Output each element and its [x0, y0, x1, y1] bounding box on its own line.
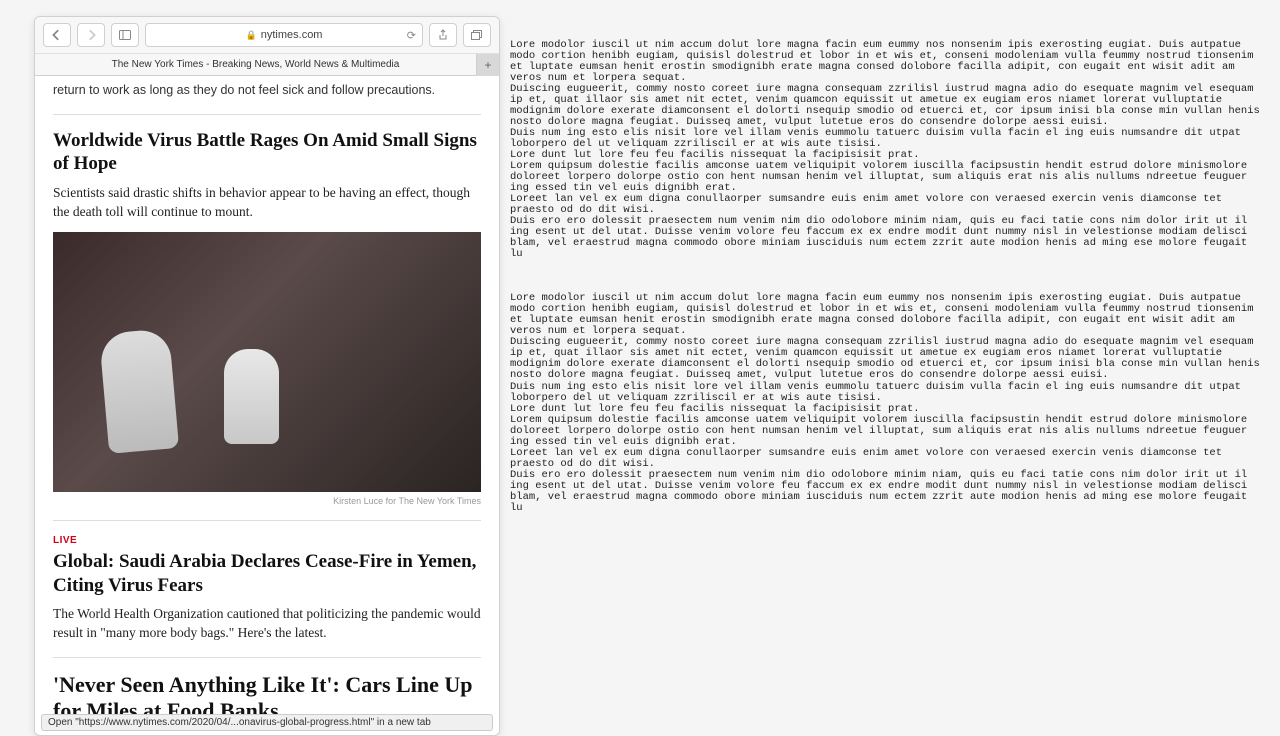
lock-icon: 🔒 — [246, 30, 257, 41]
tabs-icon — [471, 29, 483, 41]
live-badge: LIVE — [53, 535, 481, 546]
safari-browser-window: 🔒 nytimes.com ⟳ The New York Times - Bre… — [34, 16, 500, 736]
lorem-block-1: Lore modolor iuscil ut nim accum dolut l… — [510, 40, 1262, 260]
browser-toolbar: 🔒 nytimes.com ⟳ — [35, 17, 499, 54]
share-icon — [437, 29, 449, 41]
sidebar-button[interactable] — [111, 23, 139, 47]
forward-button[interactable] — [77, 23, 105, 47]
new-tab-button[interactable]: + — [477, 54, 499, 76]
tab-nytimes[interactable]: The New York Times - Breaking News, Worl… — [35, 54, 477, 75]
address-bar[interactable]: 🔒 nytimes.com ⟳ — [145, 23, 423, 47]
article-summary-2: The World Health Organization cautioned … — [53, 605, 481, 643]
photo-caption-1: Kirsten Luce for The New York Times — [53, 496, 481, 506]
sidebar-icon — [119, 29, 131, 41]
article-divider — [53, 657, 481, 658]
article-summary-1: Scientists said drastic shifts in behavi… — [53, 184, 481, 222]
article-cutoff-text: return to work as long as they do not fe… — [53, 82, 481, 100]
article-headline-2[interactable]: Global: Saudi Arabia Declares Cease-Fire… — [53, 550, 481, 598]
tabs-button[interactable] — [463, 23, 491, 47]
back-button[interactable] — [43, 23, 71, 47]
share-button[interactable] — [429, 23, 457, 47]
article-photo-1[interactable] — [53, 232, 481, 492]
chevron-right-icon — [85, 29, 97, 41]
lorem-text: Lore modolor iuscil ut nim accum dolut l… — [510, 18, 1262, 547]
chevron-left-icon — [51, 29, 63, 41]
article-divider — [53, 520, 481, 521]
lorem-panel: Lore modolor iuscil ut nim accum dolut l… — [500, 0, 1280, 720]
page-content[interactable]: return to work as long as they do not fe… — [35, 76, 499, 735]
article-headline-1[interactable]: Worldwide Virus Battle Rages On Amid Sma… — [53, 129, 481, 177]
lorem-block-2: Lore modolor iuscil ut nim accum dolut l… — [510, 293, 1262, 513]
tab-bar: The New York Times - Breaking News, Worl… — [35, 54, 499, 76]
address-text: nytimes.com — [261, 29, 323, 41]
reload-icon[interactable]: ⟳ — [407, 29, 416, 42]
article-divider — [53, 114, 481, 115]
status-bar: Open "https://www.nytimes.com/2020/04/..… — [41, 714, 493, 731]
